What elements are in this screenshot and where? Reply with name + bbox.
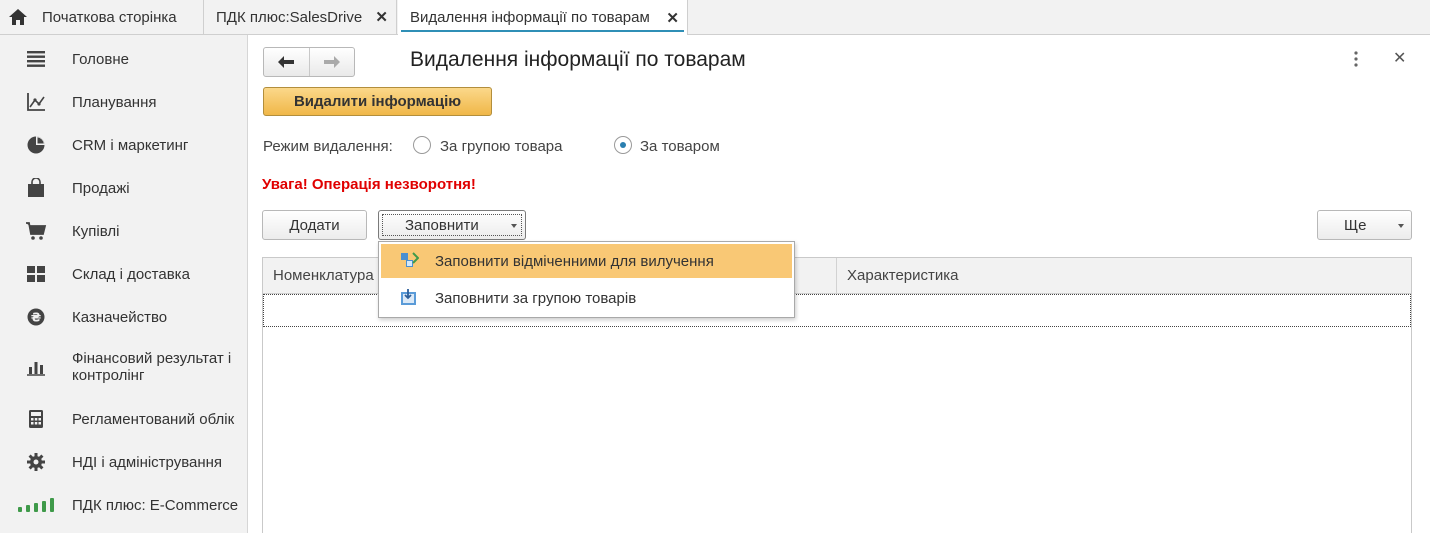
sidebar-item-label: ПДК плюс: E-Commerce bbox=[72, 496, 239, 514]
more-button[interactable]: Ще bbox=[1317, 210, 1412, 240]
sidebar: Головне Планування CRM і маркетинг Прода… bbox=[0, 35, 248, 533]
sidebar-item-ecommerce[interactable]: ПДК плюс: E-Commerce bbox=[0, 493, 247, 517]
delete-info-button[interactable]: Видалити інформацію bbox=[263, 87, 492, 116]
sidebar-item-warehouse[interactable]: Склад і доставка bbox=[0, 262, 247, 286]
home-icon bbox=[9, 9, 27, 25]
back-button[interactable] bbox=[264, 48, 310, 76]
sidebar-item-admin[interactable]: НДІ і адміністрування bbox=[0, 450, 247, 474]
sidebar-item-purchases[interactable]: Купівлі bbox=[0, 219, 247, 243]
radio-by-group-label[interactable]: За групою товара bbox=[440, 138, 562, 155]
sidebar-item-label: Головне bbox=[72, 50, 129, 68]
fill-button[interactable]: Заповнити bbox=[378, 210, 526, 240]
radio-by-product[interactable] bbox=[614, 136, 632, 154]
signal-icon bbox=[18, 493, 54, 517]
close-icon[interactable]: ✕ bbox=[666, 9, 679, 27]
sidebar-item-label: Регламентований облік bbox=[72, 410, 235, 428]
forward-button[interactable] bbox=[310, 48, 355, 76]
tab-home[interactable]: Початкова сторінка bbox=[0, 0, 204, 34]
more-button-label: Ще bbox=[1344, 217, 1367, 234]
sidebar-item-label: CRM і маркетинг bbox=[72, 136, 189, 154]
gear-icon bbox=[24, 450, 48, 474]
sidebar-item-accounting[interactable]: Регламентований облік bbox=[0, 407, 247, 431]
tab-bar: Початкова сторінка ПДК плюс:SalesDrive ✕… bbox=[0, 0, 1430, 35]
radio-by-group[interactable] bbox=[413, 136, 431, 154]
chevron-down-icon bbox=[511, 224, 517, 228]
sidebar-item-main[interactable]: Головне bbox=[0, 47, 247, 71]
menu-item-fill-by-group[interactable]: Заповнити за групою товарів bbox=[381, 281, 792, 315]
arrow-left-icon bbox=[278, 56, 295, 68]
radio-by-product-label[interactable]: За товаром bbox=[640, 138, 720, 155]
more-actions-icon[interactable] bbox=[1354, 51, 1358, 70]
axes-chart-icon bbox=[24, 90, 48, 114]
sidebar-item-label: Склад і доставка bbox=[72, 265, 190, 283]
sidebar-item-treasury[interactable]: ₴ Казначейство bbox=[0, 305, 247, 329]
arrow-right-icon bbox=[323, 56, 340, 68]
shopping-bag-icon bbox=[24, 176, 48, 200]
chevron-down-icon bbox=[1398, 224, 1404, 228]
tab-salesdrive[interactable]: ПДК плюс:SalesDrive ✕ bbox=[205, 0, 397, 34]
sidebar-item-label: Планування bbox=[72, 93, 157, 111]
fill-button-label: Заповнити bbox=[405, 217, 479, 234]
sidebar-item-label: Фінансовий результат і контролінг bbox=[72, 350, 232, 384]
sidebar-item-sales[interactable]: Продажі bbox=[0, 176, 247, 200]
warning-text: Увага! Операція незворотня! bbox=[262, 176, 476, 193]
add-button[interactable]: Додати bbox=[262, 210, 367, 240]
tab-home-label: Початкова сторінка bbox=[42, 8, 177, 26]
bar-chart-icon bbox=[24, 355, 48, 379]
tab-delete-info-label: Видалення інформації по товарам bbox=[410, 9, 650, 26]
sidebar-item-label: НДІ і адміністрування bbox=[72, 453, 223, 471]
fill-by-group-icon bbox=[401, 289, 416, 305]
close-icon[interactable]: ✕ bbox=[375, 8, 388, 26]
column-divider bbox=[836, 258, 837, 293]
menu-item-fill-marked[interactable]: Заповнити відміченними для вилучення bbox=[381, 244, 792, 278]
grid-icon bbox=[24, 262, 48, 286]
cart-icon bbox=[24, 219, 48, 243]
sidebar-item-crm[interactable]: CRM і маркетинг bbox=[0, 133, 247, 157]
pie-chart-icon bbox=[24, 133, 48, 157]
fill-dropdown-menu: Заповнити відміченними для вилучення Зап… bbox=[378, 241, 795, 318]
sidebar-item-label: Купівлі bbox=[72, 222, 120, 240]
calculator-icon bbox=[24, 407, 48, 431]
sidebar-item-planning[interactable]: Планування bbox=[0, 90, 247, 114]
coin-icon: ₴ bbox=[24, 305, 48, 329]
tab-delete-info[interactable]: Видалення інформації по товарам ✕ bbox=[398, 0, 688, 35]
svg-text:₴: ₴ bbox=[31, 311, 41, 325]
menu-item-label: Заповнити за групою товарів bbox=[435, 289, 637, 307]
close-icon[interactable]: ✕ bbox=[1393, 48, 1406, 68]
mode-label: Режим видалення: bbox=[263, 138, 393, 155]
sidebar-item-label: Казначейство bbox=[72, 308, 168, 326]
menu-icon bbox=[24, 47, 48, 71]
column-header-nomenclature[interactable]: Номенклатура bbox=[273, 267, 374, 284]
tab-salesdrive-label: ПДК плюс:SalesDrive bbox=[216, 8, 363, 26]
column-header-characteristic[interactable]: Характеристика bbox=[847, 267, 959, 284]
history-nav bbox=[263, 47, 355, 77]
fill-marked-icon bbox=[401, 252, 419, 267]
page-title: Видалення інформації по товарам bbox=[410, 48, 746, 71]
sidebar-item-finance[interactable]: Фінансовий результат і контролінг bbox=[0, 347, 247, 387]
sidebar-item-label: Продажі bbox=[72, 179, 130, 197]
menu-item-label: Заповнити відміченними для вилучення bbox=[435, 252, 714, 270]
